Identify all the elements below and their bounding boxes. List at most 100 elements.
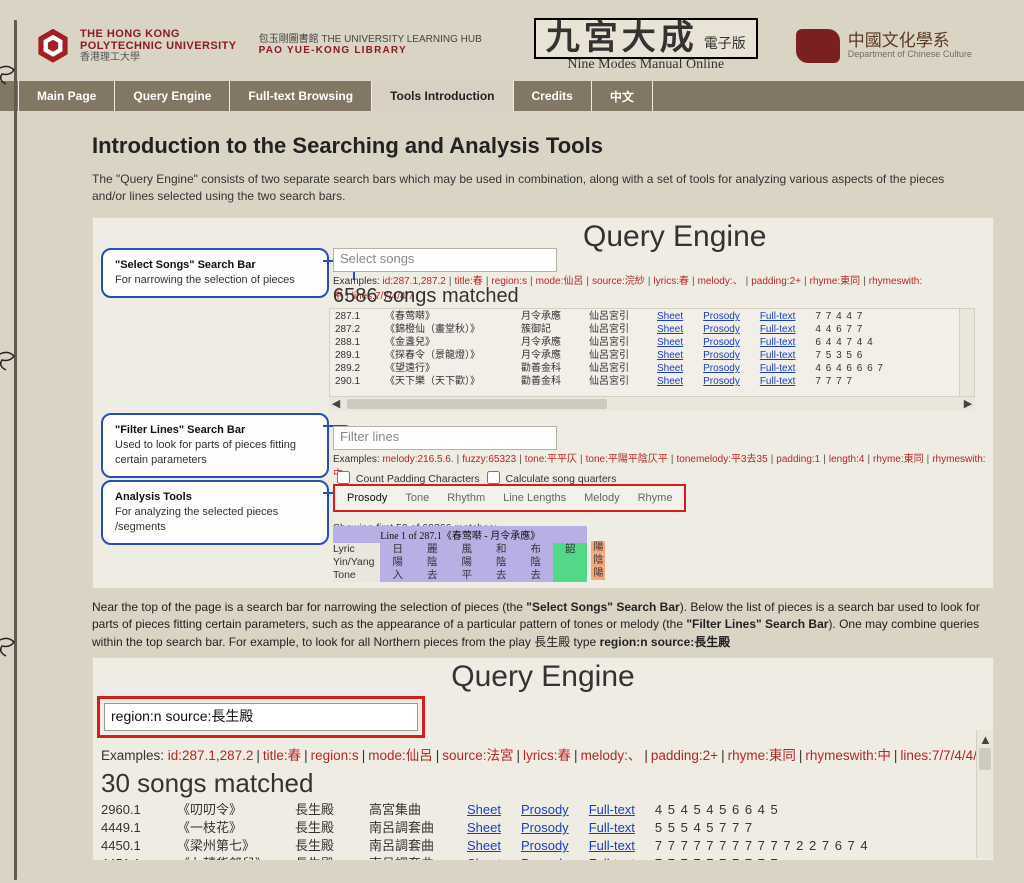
scroll-up-icon[interactable]: ▲ bbox=[979, 732, 991, 746]
select-songs-input[interactable]: Select songs bbox=[333, 248, 557, 272]
dept-logo[interactable]: 中國文化學系 Department of Chinese Culture bbox=[796, 29, 972, 63]
example-link[interactable]: region:s bbox=[311, 748, 359, 763]
nav-tools-introduction[interactable]: Tools Introduction bbox=[372, 81, 513, 111]
sheet-link[interactable]: Sheet bbox=[467, 819, 501, 837]
example-link[interactable]: tonemelody:平3去35 bbox=[677, 454, 768, 465]
sheet-link[interactable]: Sheet bbox=[467, 801, 501, 819]
h-scrollbar-thumb[interactable] bbox=[347, 399, 607, 409]
scroll-down-icon[interactable]: ▼ bbox=[962, 385, 972, 395]
site-header: THE HONG KONG POLYTECHNIC UNIVERSITY 香港理… bbox=[0, 0, 1024, 81]
sheet-link[interactable]: Sheet bbox=[657, 336, 683, 349]
library-logo[interactable]: 包玉剛圖書館 THE UNIVERSITY LEARNING HUB PAO Y… bbox=[259, 35, 482, 56]
full-text-link[interactable]: Full-text bbox=[760, 336, 796, 349]
example-link[interactable]: id:287.1,287.2 bbox=[168, 748, 254, 763]
example-link[interactable]: mode:仙呂 bbox=[536, 276, 584, 287]
full-text-link[interactable]: Full-text bbox=[760, 362, 796, 375]
combined-query-illustration: Query Engine region:n source:長生殿 Example… bbox=[92, 657, 994, 861]
sheet-link[interactable]: Sheet bbox=[657, 349, 683, 362]
nav-中文[interactable]: 中文 bbox=[592, 81, 653, 111]
full-text-link[interactable]: Full-text bbox=[760, 323, 796, 336]
example-link[interactable]: lyrics:春 bbox=[653, 276, 689, 287]
match-count-2: 30 songs matched bbox=[101, 768, 993, 799]
example-link[interactable]: lyrics:春 bbox=[523, 748, 571, 763]
main-nav: Main PageQuery EngineFull-text BrowsingT… bbox=[0, 81, 1024, 111]
nav-full-text-browsing[interactable]: Full-text Browsing bbox=[230, 81, 372, 111]
example-link[interactable]: title:春 bbox=[263, 748, 301, 763]
polyu-logo[interactable]: THE HONG KONG POLYTECHNIC UNIVERSITY 香港理… bbox=[36, 28, 237, 63]
sheet-link[interactable]: Sheet bbox=[467, 837, 501, 855]
song-row: 4451.1《九轉货郎兒》長生殿南呂調套曲SheetProsodyFull-te… bbox=[101, 855, 993, 861]
example-link[interactable]: rhyme:東同 bbox=[728, 748, 796, 763]
sheet-link[interactable]: Sheet bbox=[657, 362, 683, 375]
example-link[interactable]: padding:1 bbox=[776, 454, 820, 465]
combined-search-input[interactable]: region:n source:長生殿 bbox=[104, 703, 418, 731]
full-text-link[interactable]: Full-text bbox=[589, 819, 635, 837]
song-row: 290.1《天下樂（天下歡）》勸善金科仙呂宮引SheetProsodyFull-… bbox=[335, 375, 884, 388]
page-title: Introduction to the Searching and Analys… bbox=[92, 133, 994, 159]
intro-paragraph: The "Query Engine" consists of two separ… bbox=[92, 171, 972, 205]
h-scrollbar[interactable]: ◀ ▶ bbox=[329, 396, 975, 411]
example-link[interactable]: rhyme:東同 bbox=[873, 454, 924, 465]
songs-table-2: 2960.1《叨叨令》長生殿高宮集曲SheetProsodyFull-text4… bbox=[101, 801, 993, 861]
tab-rhyme[interactable]: Rhyme bbox=[638, 492, 673, 504]
tab-rhythm[interactable]: Rhythm bbox=[447, 492, 485, 504]
example-link[interactable]: padding:2+ bbox=[751, 276, 801, 287]
tab-line-lengths[interactable]: Line Lengths bbox=[503, 492, 566, 504]
select-songs-callout: "Select Songs" Search Bar For narrowing … bbox=[101, 248, 329, 298]
example-link[interactable]: mode:仙呂 bbox=[368, 748, 433, 763]
prosody-link[interactable]: Prosody bbox=[521, 855, 569, 861]
sheet-link[interactable]: Sheet bbox=[657, 310, 683, 323]
prosody-link[interactable]: Prosody bbox=[703, 349, 740, 362]
songs-table: 287.1《春莺啭》月令承應仙呂宮引SheetProsodyFull-text7… bbox=[335, 310, 884, 388]
sheet-link[interactable]: Sheet bbox=[657, 323, 683, 336]
tab-prosody[interactable]: Prosody bbox=[347, 492, 387, 504]
count-padding-checkbox[interactable] bbox=[337, 471, 350, 484]
prosody-link[interactable]: Prosody bbox=[703, 375, 740, 388]
example-link[interactable]: padding:2+ bbox=[651, 748, 718, 763]
example-link[interactable]: melody:、 bbox=[581, 748, 642, 763]
prosody-link[interactable]: Prosody bbox=[703, 323, 740, 336]
song-row: 2960.1《叨叨令》長生殿高宮集曲SheetProsodyFull-text4… bbox=[101, 801, 993, 819]
scroll-right-icon[interactable]: ▶ bbox=[961, 397, 975, 411]
prosody-link[interactable]: Prosody bbox=[521, 801, 569, 819]
example-link[interactable]: melody:216.5.6. bbox=[382, 454, 453, 465]
full-text-link[interactable]: Full-text bbox=[760, 349, 796, 362]
example-link[interactable]: rhymeswith:中 bbox=[805, 748, 891, 763]
example-link[interactable]: fuzzy:65323 bbox=[462, 454, 516, 465]
example-link[interactable]: source:法宮 bbox=[442, 748, 513, 763]
prosody-link[interactable]: Prosody bbox=[703, 362, 740, 375]
polyu-icon bbox=[36, 29, 70, 63]
nav-query-engine[interactable]: Query Engine bbox=[115, 81, 230, 111]
example-link[interactable]: tone:平陽平陰仄平 bbox=[586, 454, 668, 465]
calc-quarters-checkbox[interactable] bbox=[487, 471, 500, 484]
filter-lines-input[interactable]: Filter lines bbox=[333, 426, 557, 450]
site-title-logo[interactable]: 九宮大成 電子版 Nine Modes Manual Online bbox=[534, 18, 758, 73]
full-text-link[interactable]: Full-text bbox=[760, 310, 796, 323]
example-link[interactable]: rhyme:東同 bbox=[810, 276, 861, 287]
example-link[interactable]: length:4 bbox=[829, 454, 865, 465]
nav-credits[interactable]: Credits bbox=[514, 81, 592, 111]
tab-melody[interactable]: Melody bbox=[584, 492, 619, 504]
example-link[interactable]: source:浣紗 bbox=[592, 276, 645, 287]
prosody-link[interactable]: Prosody bbox=[521, 819, 569, 837]
full-text-link[interactable]: Full-text bbox=[589, 801, 635, 819]
sheet-link[interactable]: Sheet bbox=[467, 855, 501, 861]
example-link[interactable]: lines:7/7/4/4/7 bbox=[900, 748, 984, 763]
prosody-link[interactable]: Prosody bbox=[703, 310, 740, 323]
match-count-1: 6586 songs matched bbox=[333, 285, 519, 308]
example-link[interactable]: melody:、 bbox=[698, 276, 743, 287]
example-link[interactable]: tone:平平仄 bbox=[525, 454, 577, 465]
full-text-link[interactable]: Full-text bbox=[589, 855, 635, 861]
prosody-link[interactable]: Prosody bbox=[521, 837, 569, 855]
scrollbar-thumb[interactable] bbox=[962, 311, 972, 333]
scrollbar-thumb-2[interactable] bbox=[979, 748, 991, 770]
full-text-link[interactable]: Full-text bbox=[589, 837, 635, 855]
song-row: 4449.1《一枝花》長生殿南呂調套曲SheetProsodyFull-text… bbox=[101, 819, 993, 837]
tab-tone[interactable]: Tone bbox=[405, 492, 429, 504]
prosody-link[interactable]: Prosody bbox=[703, 336, 740, 349]
nav-main-page[interactable]: Main Page bbox=[18, 81, 115, 111]
scrollbar-2[interactable]: ▲ bbox=[976, 730, 993, 858]
sheet-link[interactable]: Sheet bbox=[657, 375, 683, 388]
scroll-left-icon[interactable]: ◀ bbox=[329, 397, 343, 411]
full-text-link[interactable]: Full-text bbox=[760, 375, 796, 388]
